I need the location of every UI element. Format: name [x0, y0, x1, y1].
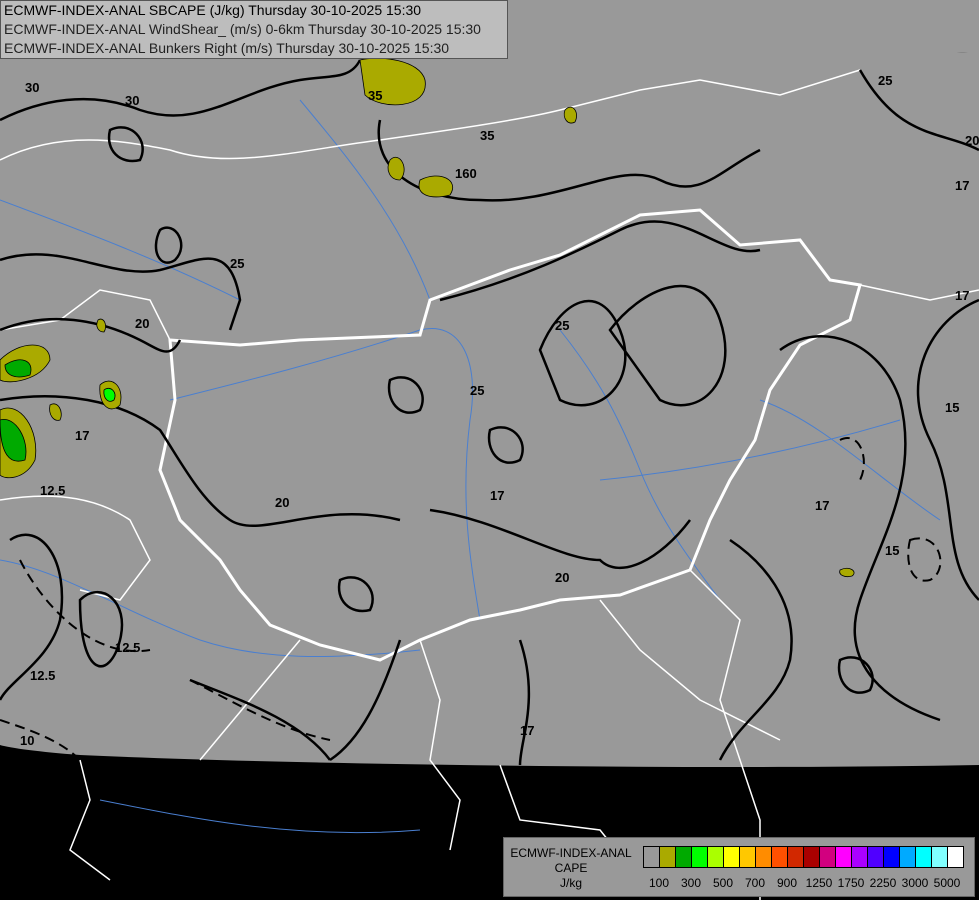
contour-label: 15 [885, 543, 899, 558]
legend-swatch [948, 847, 963, 867]
color-legend: ECMWF-INDEX-ANAL CAPE J/kg 100 300 500 700 9… [503, 837, 975, 897]
legend-swatch [900, 847, 916, 867]
contour-label: 17 [815, 498, 829, 513]
legend-swatch [676, 847, 692, 867]
contour-label: 12.5 [115, 640, 140, 655]
contour-label: 20 [965, 133, 979, 148]
legend-title: ECMWF-INDEX-ANAL CAPE J/kg [508, 846, 634, 891]
cape-area [839, 567, 855, 578]
legend-swatches [643, 846, 964, 868]
legend-swatch [724, 847, 740, 867]
legend-swatch [692, 847, 708, 867]
legend-swatch [852, 847, 868, 867]
contour-label: 25 [470, 383, 484, 398]
contour-label: 25 [555, 318, 569, 333]
contour-label: 17 [75, 428, 89, 443]
legend-tick-label: 2250 [869, 876, 897, 890]
legend-tick-label: 700 [744, 876, 766, 890]
cape-area [418, 175, 453, 198]
cape-area [563, 106, 577, 124]
legend-tick-label: 5000 [933, 876, 961, 890]
legend-swatch [756, 847, 772, 867]
legend-tick-label: 500 [712, 876, 734, 890]
legend-tick-label: 1250 [805, 876, 833, 890]
title-windshear: ECMWF-INDEX-ANAL WindShear_ (m/s) 0-6km … [4, 21, 481, 37]
contour-label: 20 [275, 495, 289, 510]
weather-map: 30 30 35 35 160 25 20 25 25 17 20 20 17 15 17 15 12.5 12.… [0, 0, 979, 900]
legend-swatch [884, 847, 900, 867]
contour-label: 17 [490, 488, 504, 503]
legend-tick-label: 300 [680, 876, 702, 890]
legend-swatch [804, 847, 820, 867]
river-line [99, 799, 421, 834]
contour-label: 35 [480, 128, 494, 143]
legend-swatch [660, 847, 676, 867]
legend-ticks: 100 300 500 700 900 1250 1750 2250 3000 5000 [643, 872, 965, 892]
contour-label: 20 [555, 570, 569, 585]
contour-label: 10 [20, 733, 34, 748]
title-block: ECMWF-INDEX-ANAL SBCAPE (J/kg) Thursday … [0, 0, 508, 59]
data-domain-area [0, 0, 979, 767]
legend-tick-label: 900 [776, 876, 798, 890]
contour-label: 17 [520, 723, 534, 738]
contour-label: 30 [25, 80, 39, 95]
contour-label: 160 [455, 166, 477, 181]
border-line [69, 759, 111, 881]
legend-tick-label: 3000 [901, 876, 929, 890]
contour-label: 25 [878, 73, 892, 88]
legend-swatch [916, 847, 932, 867]
legend-variable: CAPE [554, 861, 588, 875]
title-bunkers: ECMWF-INDEX-ANAL Bunkers Right (m/s) Thu… [4, 40, 450, 56]
legend-model: ECMWF-INDEX-ANAL [510, 846, 632, 860]
legend-swatch [868, 847, 884, 867]
contour-label: 20 [135, 316, 149, 331]
cape-area [4, 359, 32, 378]
contour-label: 17 [955, 178, 969, 193]
legend-swatch [788, 847, 804, 867]
contour-label: 25 [230, 256, 244, 271]
legend-swatch [740, 847, 756, 867]
map-viewer: 30 30 35 35 160 25 20 25 25 17 20 20 17 15 17 15 12.5 12.… [0, 0, 979, 900]
legend-swatch [932, 847, 948, 867]
contour-label: 12.5 [40, 483, 65, 498]
legend-swatch [708, 847, 724, 867]
legend-tick-label: 1750 [837, 876, 865, 890]
legend-tick-label: 100 [648, 876, 670, 890]
contour-label: 12.5 [30, 668, 55, 683]
contour-label: 30 [125, 93, 139, 108]
legend-swatch [820, 847, 836, 867]
legend-unit: J/kg [559, 876, 582, 890]
contour-label: 17 [955, 288, 969, 303]
contour-label: 35 [368, 88, 382, 103]
title-sbcape: ECMWF-INDEX-ANAL SBCAPE (J/kg) Thursday … [4, 2, 422, 18]
legend-swatch [644, 847, 660, 867]
legend-swatch [836, 847, 852, 867]
contour-label: 15 [945, 400, 959, 415]
legend-swatch [772, 847, 788, 867]
